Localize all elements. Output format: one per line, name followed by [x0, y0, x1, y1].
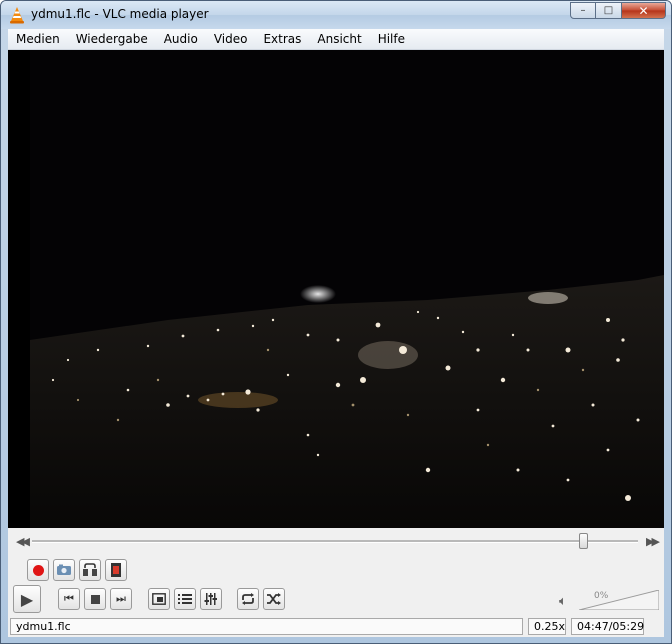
- maximize-button[interactable]: □: [596, 2, 622, 19]
- status-time[interactable]: 04:47/05:29: [571, 618, 644, 635]
- previous-button[interactable]: ⏮: [58, 588, 80, 610]
- extended-settings-button[interactable]: [200, 588, 222, 610]
- loop-ab-icon: [83, 563, 97, 576]
- seek-back-icon[interactable]: ◀◀: [16, 535, 30, 548]
- seek-forward-icon[interactable]: ▶▶: [646, 535, 660, 548]
- title-bar[interactable]: ydmu1.flc - VLC media player – □ ✕: [1, 1, 671, 29]
- window-controls: – □ ✕: [570, 2, 666, 20]
- shuffle-button[interactable]: [263, 588, 285, 610]
- seek-bar: ◀◀ ▶▶: [8, 530, 664, 552]
- record-button[interactable]: [27, 559, 49, 581]
- previous-icon: ⏮: [64, 592, 74, 605]
- volume-level-label: 0%: [594, 591, 609, 601]
- menu-video[interactable]: Video: [206, 29, 256, 49]
- minimize-button[interactable]: –: [570, 2, 596, 19]
- menu-bar: Medien Wiedergabe Audio Video Extras Ans…: [8, 29, 664, 50]
- playlist-button[interactable]: [174, 588, 196, 610]
- loop-icon: [242, 593, 254, 605]
- stop-icon: [90, 594, 100, 604]
- menu-extras[interactable]: Extras: [255, 29, 309, 49]
- seek-track[interactable]: [32, 540, 638, 543]
- status-bar: ydmu1.flc 0.25x 04:47/05:29: [8, 618, 664, 637]
- menu-wiedergabe[interactable]: Wiedergabe: [68, 29, 156, 49]
- menu-medien[interactable]: Medien: [8, 29, 68, 49]
- record-icon: [32, 564, 44, 576]
- frame-step-button[interactable]: [105, 559, 127, 581]
- snapshot-button[interactable]: [53, 559, 75, 581]
- equalizer-icon: [204, 593, 217, 605]
- status-playback-speed[interactable]: 0.25x: [528, 618, 566, 635]
- playlist-icon: [178, 594, 192, 604]
- play-icon: ▶: [20, 589, 34, 609]
- volume-slider[interactable]: [579, 590, 659, 610]
- fullscreen-button[interactable]: [148, 588, 170, 610]
- fullscreen-icon: [152, 593, 166, 605]
- window-title: ydmu1.flc - VLC media player: [31, 7, 209, 21]
- vlc-cone-icon: [10, 7, 24, 24]
- video-frame-night-city: [8, 50, 664, 528]
- status-filename: ydmu1.flc: [10, 618, 523, 635]
- snapshot-icon: [57, 564, 71, 575]
- loop-ab-button[interactable]: [79, 559, 101, 581]
- menu-audio[interactable]: Audio: [156, 29, 206, 49]
- play-button[interactable]: ▶: [13, 585, 41, 613]
- loop-button[interactable]: [237, 588, 259, 610]
- speaker-icon[interactable]: 🔈︎: [559, 594, 567, 609]
- next-button[interactable]: ⏭: [110, 588, 132, 610]
- stop-button[interactable]: [84, 588, 106, 610]
- next-icon: ⏭: [116, 592, 126, 605]
- seek-handle[interactable]: [579, 533, 589, 549]
- frame-by-frame-icon: [111, 563, 121, 577]
- menu-ansicht[interactable]: Ansicht: [309, 29, 369, 49]
- close-button[interactable]: ✕: [622, 2, 666, 19]
- player-client-area: Medien Wiedergabe Audio Video Extras Ans…: [8, 29, 664, 637]
- video-output[interactable]: [8, 50, 664, 528]
- shuffle-icon: [267, 593, 281, 605]
- menu-hilfe[interactable]: Hilfe: [370, 29, 413, 49]
- vlc-window: ydmu1.flc - VLC media player – □ ✕ Medie…: [0, 0, 672, 644]
